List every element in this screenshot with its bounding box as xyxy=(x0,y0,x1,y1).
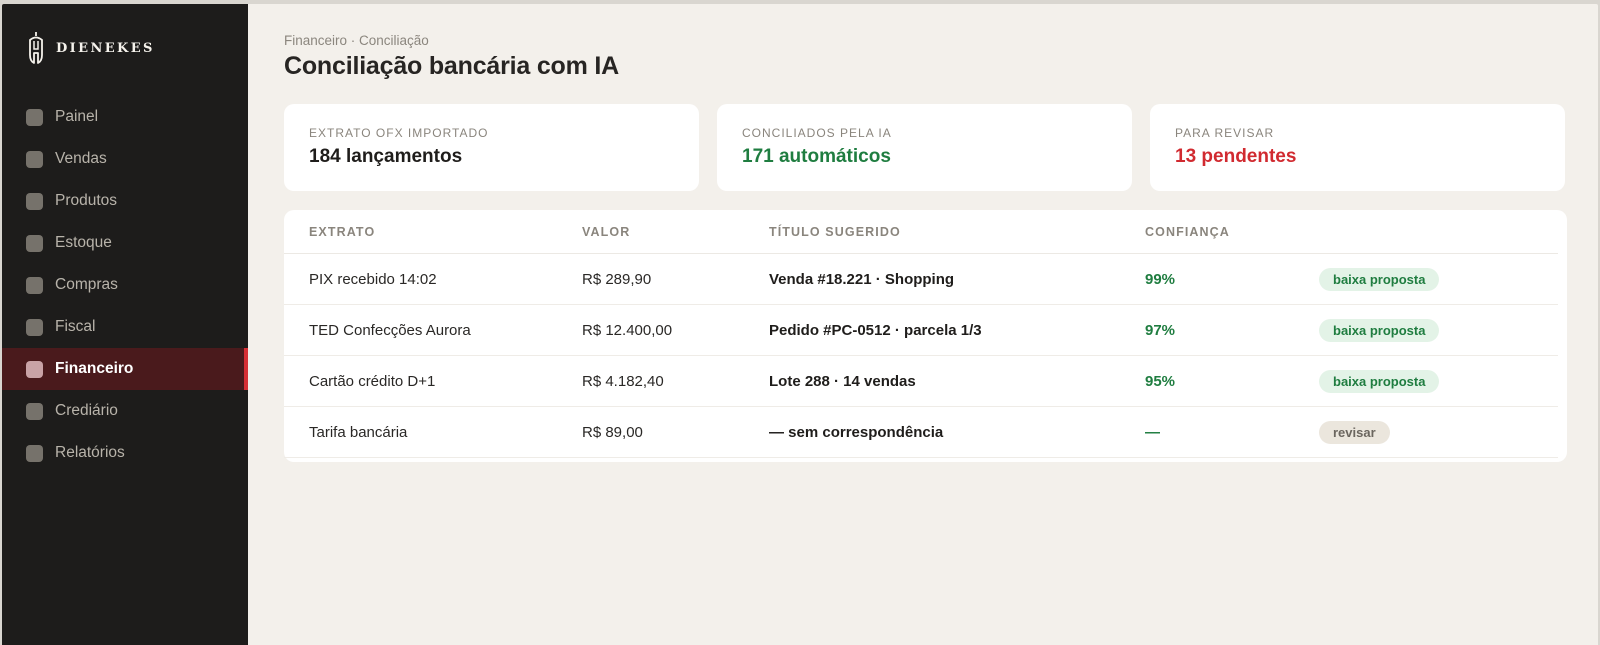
nav-square-icon xyxy=(26,234,43,252)
cell-extrato: Cartão crédito D+1 xyxy=(309,372,436,390)
cell-extrato: PIX recebido 14:02 xyxy=(309,270,437,288)
cell-extrato: Tarifa bancária xyxy=(309,423,408,441)
main-content: Financeiro · Conciliação Conciliação ban… xyxy=(248,4,1598,645)
cell-valor: R$ 4.182,40 xyxy=(582,372,664,390)
revisar-button[interactable]: revisar xyxy=(1319,420,1390,444)
breadcrumb: Financeiro · Conciliação xyxy=(284,33,429,48)
cell-confianca: 95% xyxy=(1145,372,1176,390)
table-header: EXTRATO VALOR TÍTULO SUGERIDO CONFIANÇA xyxy=(284,210,1558,254)
sidebar-item-label: Fiscal xyxy=(55,318,96,335)
kpi-cards: EXTRATO OFX IMPORTADO 184 lançamentos CO… xyxy=(284,104,1565,191)
cell-titulo: — sem correspondência xyxy=(769,423,944,441)
brand[interactable]: DIENEKES xyxy=(26,31,155,65)
sidebar-item-compras[interactable]: Compras xyxy=(2,264,248,306)
table-row[interactable]: TED Confecções Aurora R$ 12.400,00 Pedid… xyxy=(284,305,1558,356)
sidebar-item-label: Painel xyxy=(55,108,99,125)
reconciliation-table: EXTRATO VALOR TÍTULO SUGERIDO CONFIANÇA … xyxy=(284,210,1567,462)
nav-square-icon xyxy=(26,108,43,126)
sidebar-item-fiscal[interactable]: Fiscal xyxy=(2,306,248,348)
nav-square-icon xyxy=(26,318,43,336)
column-header-confianca: CONFIANÇA xyxy=(1145,224,1230,239)
nav-square-icon xyxy=(26,402,43,420)
nav-square-icon xyxy=(26,192,43,210)
column-header-valor: VALOR xyxy=(582,224,631,239)
baixa-proposta-button[interactable]: baixa proposta xyxy=(1319,369,1440,393)
sidebar-item-painel[interactable]: Painel xyxy=(2,96,248,138)
kpi-card-extrato: EXTRATO OFX IMPORTADO 184 lançamentos xyxy=(284,104,699,191)
sidebar-nav: Painel Vendas Produtos Estoque Compras F… xyxy=(2,96,248,474)
nav-square-icon xyxy=(26,276,43,294)
sidebar-item-label: Vendas xyxy=(55,150,107,167)
nav-square-icon xyxy=(26,444,43,462)
sidebar: DIENEKES Painel Vendas Produtos Estoque … xyxy=(2,4,248,645)
cell-confianca: — xyxy=(1145,423,1160,441)
cell-titulo: Venda #18.221 · Shopping xyxy=(769,270,955,288)
cell-valor: R$ 12.400,00 xyxy=(582,321,673,339)
sidebar-item-label: Financeiro xyxy=(55,360,134,377)
table-row[interactable]: Tarifa bancária R$ 89,00 — sem correspon… xyxy=(284,407,1558,458)
kpi-value: 184 lançamentos xyxy=(309,146,463,167)
kpi-value: 171 automáticos xyxy=(742,146,891,167)
cell-valor: R$ 289,90 xyxy=(582,270,652,288)
cell-titulo: Lote 288 · 14 vendas xyxy=(769,372,916,390)
sidebar-item-vendas[interactable]: Vendas xyxy=(2,138,248,180)
sidebar-item-estoque[interactable]: Estoque xyxy=(2,222,248,264)
nav-square-icon xyxy=(26,150,43,168)
sidebar-item-label: Compras xyxy=(55,276,118,293)
sidebar-item-crediario[interactable]: Crediário xyxy=(2,390,248,432)
app-window: DIENEKES Painel Vendas Produtos Estoque … xyxy=(2,4,1598,645)
kpi-label: CONCILIADOS PELA IA xyxy=(742,126,892,140)
column-header-titulo: TÍTULO SUGERIDO xyxy=(769,224,901,239)
baixa-proposta-button[interactable]: baixa proposta xyxy=(1319,318,1440,342)
nav-square-icon xyxy=(26,360,43,378)
sidebar-item-relatorios[interactable]: Relatórios xyxy=(2,432,248,474)
sidebar-item-label: Crediário xyxy=(55,402,118,419)
page-title: Conciliação bancária com IA xyxy=(284,52,619,80)
cell-titulo: Pedido #PC-0512 · parcela 1/3 xyxy=(769,321,982,339)
sidebar-item-produtos[interactable]: Produtos xyxy=(2,180,248,222)
helmet-icon xyxy=(29,32,43,64)
cell-extrato: TED Confecções Aurora xyxy=(309,321,471,339)
cell-confianca: 99% xyxy=(1145,270,1176,288)
sidebar-item-label: Estoque xyxy=(55,234,112,251)
sidebar-item-financeiro[interactable]: Financeiro xyxy=(2,348,248,390)
cell-confianca: 97% xyxy=(1145,321,1176,339)
table-row[interactable]: Cartão crédito D+1 R$ 4.182,40 Lote 288 … xyxy=(284,356,1558,407)
sidebar-item-label: Relatórios xyxy=(55,444,125,461)
kpi-label: PARA REVISAR xyxy=(1175,126,1275,140)
kpi-card-revisar[interactable]: PARA REVISAR 13 pendentes xyxy=(1150,104,1565,191)
sidebar-item-label: Produtos xyxy=(55,192,118,209)
kpi-card-conciliados: CONCILIADOS PELA IA 171 automáticos xyxy=(717,104,1132,191)
cell-valor: R$ 89,00 xyxy=(582,423,643,441)
baixa-proposta-button[interactable]: baixa proposta xyxy=(1319,267,1440,291)
kpi-label: EXTRATO OFX IMPORTADO xyxy=(309,126,489,140)
kpi-value: 13 pendentes xyxy=(1175,146,1297,167)
table-row[interactable]: PIX recebido 14:02 R$ 289,90 Venda #18.2… xyxy=(284,254,1558,305)
brand-name: DIENEKES xyxy=(56,40,155,56)
column-header-extrato: EXTRATO xyxy=(309,224,376,239)
